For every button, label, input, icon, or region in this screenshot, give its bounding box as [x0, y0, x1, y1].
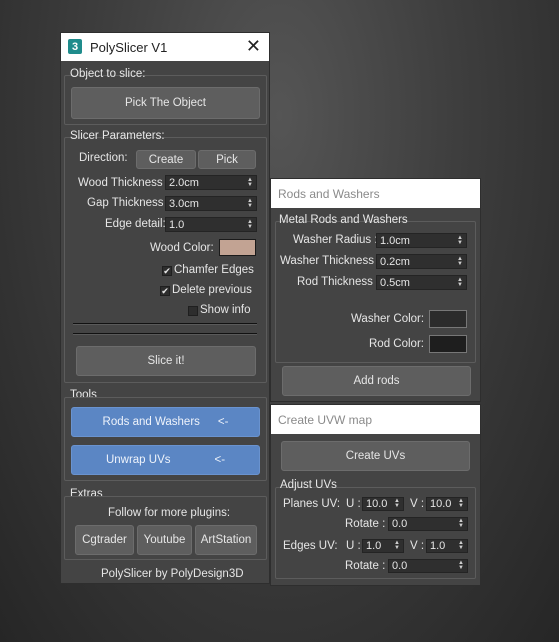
adjust-uvs-title: Adjust UVs	[280, 479, 337, 491]
planes-rotate-label: Rotate :	[345, 518, 386, 530]
gap-thickness-label: Gap Thickness :	[87, 197, 170, 209]
create-uvs-button[interactable]: Create UVs	[281, 441, 470, 471]
rod-thickness-label: Rod Thickness :	[297, 276, 380, 288]
metal-rods-group-title: Metal Rods and Washers	[279, 214, 408, 226]
show-info-label: Show info	[200, 304, 251, 316]
rods-washers-panel: Rods and Washers Metal Rods and Washers …	[270, 178, 481, 402]
chamfer-edges-checkbox[interactable]: ✔	[162, 266, 172, 276]
app-logo-icon: 3	[68, 39, 82, 54]
uvw-panel-header[interactable]: Create UVW map	[271, 405, 480, 434]
rods-arrow-icon: <-	[217, 416, 229, 428]
edges-v-label: V :	[410, 540, 425, 552]
rod-color-swatch[interactable]	[429, 335, 467, 353]
polyslicer-window: 3 PolySlicer V1 ✕ Object to slice: Pick …	[60, 32, 270, 584]
uvw-panel-title: Create UVW map	[278, 412, 373, 427]
separator-line	[73, 323, 257, 325]
spinner-arrows-icon[interactable]: ▲ ▼	[458, 518, 464, 529]
planes-rotate-spinner[interactable]: 0.0 ▲ ▼	[388, 517, 468, 531]
wood-thickness-value: 2.0cm	[169, 176, 199, 189]
washer-color-swatch[interactable]	[429, 310, 467, 328]
edges-u-spinner[interactable]: 1.0 ▲ ▼	[362, 539, 404, 553]
object-group-title: Object to slice:	[70, 68, 146, 80]
separator-line	[73, 333, 257, 335]
spinner-arrows-icon[interactable]: ▲ ▼	[458, 540, 464, 551]
edges-v-spinner[interactable]: 1.0 ▲ ▼	[426, 539, 468, 553]
unwrap-uvs-button[interactable]: Unwrap UVs <-	[71, 445, 260, 475]
washer-radius-spinner[interactable]: 1.0cm ▲ ▼	[376, 233, 467, 248]
rods-and-washers-button[interactable]: Rods and Washers <-	[71, 407, 260, 437]
spinner-arrows-icon[interactable]: ▲ ▼	[457, 235, 463, 246]
edges-v-value: 1.0	[430, 540, 446, 552]
youtube-button[interactable]: Youtube	[137, 525, 192, 555]
delete-previous-label: Delete previous	[172, 284, 252, 296]
gap-thickness-spinner[interactable]: 3.0cm ▲ ▼	[165, 196, 257, 211]
washer-thickness-spinner[interactable]: 0.2cm ▲ ▼	[376, 254, 467, 269]
pick-object-button[interactable]: Pick The Object	[71, 87, 260, 119]
edge-detail-value: 1.0	[169, 218, 185, 231]
planes-v-spinner[interactable]: 10.0 ▲ ▼	[426, 497, 468, 511]
washer-radius-label: Washer Radius :	[293, 234, 378, 246]
planes-u-spinner[interactable]: 10.0 ▲ ▼	[362, 497, 404, 511]
spinner-arrows-icon[interactable]: ▲ ▼	[247, 198, 253, 209]
artstation-button[interactable]: ArtStation	[195, 525, 257, 555]
rod-thickness-value: 0.5cm	[380, 276, 410, 289]
planes-u-value: 10.0	[366, 498, 388, 510]
spinner-arrows-icon[interactable]: ▲ ▼	[457, 256, 463, 267]
edge-detail-label: Edge detail:	[105, 218, 166, 230]
create-direction-button[interactable]: Create	[136, 150, 196, 169]
edges-rotate-label: Rotate :	[345, 560, 386, 572]
edges-u-value: 1.0	[366, 540, 382, 552]
edges-uv-label: Edges UV:	[283, 540, 338, 552]
spinner-arrows-icon[interactable]: ▲ ▼	[458, 498, 464, 509]
spinner-arrows-icon[interactable]: ▲ ▼	[247, 219, 253, 230]
washer-color-label: Washer Color:	[351, 313, 425, 325]
spinner-arrows-icon[interactable]: ▲ ▼	[458, 560, 464, 571]
edges-rotate-spinner[interactable]: 0.0 ▲ ▼	[388, 559, 468, 573]
spinner-arrows-icon[interactable]: ▲ ▼	[457, 277, 463, 288]
delete-previous-checkbox[interactable]: ✔	[160, 286, 170, 296]
chamfer-edges-label: Chamfer Edges	[174, 264, 254, 276]
show-info-checkbox[interactable]	[188, 306, 198, 316]
unwrap-arrow-icon: <-	[214, 454, 226, 466]
rods-panel-header[interactable]: Rods and Washers	[271, 179, 480, 208]
cgtrader-button[interactable]: Cgtrader	[75, 525, 134, 555]
wood-thickness-label: Wood Thickness :	[78, 177, 169, 189]
rods-and-washers-label: Rods and Washers	[102, 416, 200, 428]
edges-u-label: U :	[346, 540, 361, 552]
planes-v-value: 10.0	[430, 498, 452, 510]
rod-thickness-spinner[interactable]: 0.5cm ▲ ▼	[376, 275, 467, 290]
wood-color-swatch[interactable]	[219, 239, 256, 256]
rods-panel-title: Rods and Washers	[278, 186, 380, 201]
rod-color-label: Rod Color:	[369, 338, 424, 350]
planes-rotate-value: 0.0	[392, 518, 408, 530]
spinner-arrows-icon[interactable]: ▲ ▼	[247, 177, 253, 188]
edge-detail-spinner[interactable]: 1.0 ▲ ▼	[165, 217, 257, 232]
follow-text: Follow for more plugins:	[108, 507, 231, 519]
params-group-title: Slicer Parameters:	[70, 130, 165, 142]
planes-uv-label: Planes UV:	[283, 498, 341, 510]
wood-thickness-spinner[interactable]: 2.0cm ▲ ▼	[165, 175, 257, 190]
close-icon[interactable]: ✕	[246, 37, 261, 55]
spinner-arrows-icon[interactable]: ▲ ▼	[394, 498, 400, 509]
window-title: PolySlicer V1	[90, 40, 168, 55]
washer-thickness-label: Washer Thickness :	[280, 255, 381, 267]
planes-u-label: U :	[346, 498, 361, 510]
pick-direction-button[interactable]: Pick	[198, 150, 256, 169]
uvw-map-panel: Create UVW map Create UVs Adjust UVs Pla…	[270, 404, 481, 586]
footer-credit: PolySlicer by PolyDesign3D	[101, 568, 244, 580]
wood-color-label: Wood Color:	[150, 242, 214, 254]
window-titlebar[interactable]: 3 PolySlicer V1 ✕	[61, 33, 269, 61]
spinner-arrows-icon[interactable]: ▲ ▼	[394, 540, 400, 551]
gap-thickness-value: 3.0cm	[169, 197, 199, 210]
add-rods-button[interactable]: Add rods	[282, 366, 471, 396]
washer-radius-value: 1.0cm	[380, 234, 410, 247]
unwrap-uvs-label: Unwrap UVs	[105, 454, 171, 466]
slice-it-button[interactable]: Slice it!	[76, 346, 256, 376]
washer-thickness-value: 0.2cm	[380, 255, 410, 268]
planes-v-label: V :	[410, 498, 425, 510]
direction-label: Direction:	[79, 152, 128, 164]
edges-rotate-value: 0.0	[392, 560, 408, 572]
